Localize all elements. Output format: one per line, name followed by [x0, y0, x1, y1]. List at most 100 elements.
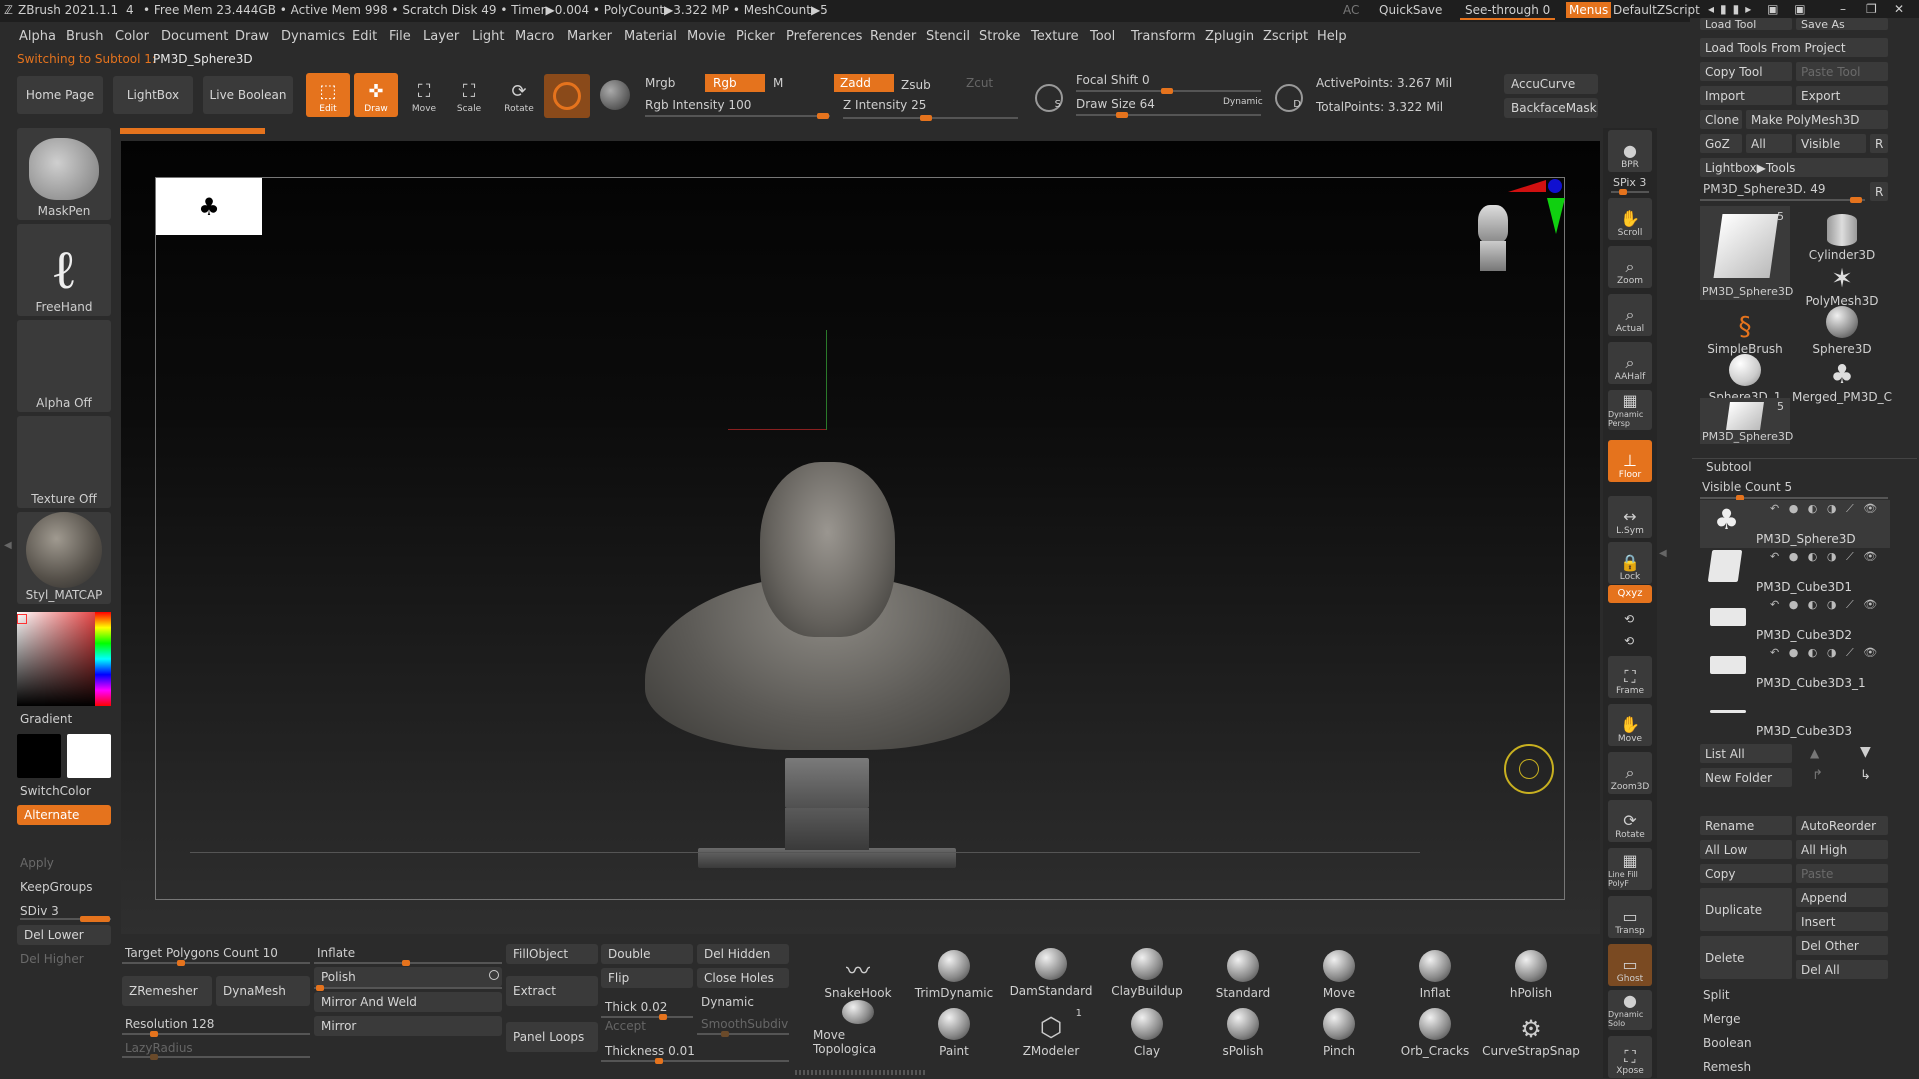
sdiv-slider[interactable] [20, 916, 111, 922]
tool-thumb-merged[interactable]: ♣ Merged_PM3D_C [1792, 348, 1892, 404]
keep-groups-button[interactable]: KeepGroups [20, 880, 92, 894]
z-intensity-knob[interactable] [920, 115, 932, 121]
thick-knob[interactable] [659, 1014, 667, 1020]
inflate-knob[interactable] [402, 960, 410, 966]
del-higher-button[interactable]: Del Higher [20, 952, 84, 966]
target-polygons-knob[interactable] [177, 960, 185, 966]
del-other-button[interactable]: Del Other [1796, 936, 1888, 955]
home-page-tab[interactable]: Home Page [17, 76, 103, 114]
persp-button[interactable]: ▦ Dynamic Persp [1608, 390, 1652, 430]
edit-mode-button[interactable]: ⬚ Edit [306, 73, 350, 117]
menu-texture[interactable]: Texture [1031, 29, 1079, 44]
m-button[interactable]: M [773, 76, 783, 90]
menu-zscript[interactable]: Zscript [1263, 29, 1308, 44]
dynamesh-button[interactable]: DynaMesh [216, 976, 310, 1006]
brush-claybuildup[interactable]: ClayBuildup [1102, 942, 1192, 998]
delete-button[interactable]: Delete [1700, 936, 1792, 979]
move-down-icon[interactable]: ▼ [1860, 744, 1871, 760]
lazy-radius-slider[interactable] [122, 1054, 310, 1060]
target-polygons-slider[interactable] [122, 960, 310, 966]
bpr-button[interactable]: ● BPR [1608, 130, 1652, 172]
default-zscript-button[interactable]: DefaultZScript [1613, 3, 1700, 17]
rotate-y-icon[interactable]: ⟲ [1624, 612, 1634, 626]
switch-color-button[interactable]: SwitchColor [20, 784, 91, 798]
lock-button[interactable]: 🔒 Lock [1608, 542, 1652, 584]
goz-visible-button[interactable]: Visible [1796, 134, 1866, 153]
clone-button[interactable]: Clone [1700, 110, 1742, 129]
backfacemask-button[interactable]: BackfaceMask [1504, 98, 1598, 118]
tool-thumb-sphere3d-1[interactable]: Sphere3D_1 [1700, 348, 1790, 404]
brush-inflat[interactable]: Inflat [1390, 944, 1480, 1000]
polyf-button[interactable]: ▦ Line Fill PolyF [1608, 848, 1652, 890]
transp-button[interactable]: ▭ Transp [1608, 896, 1652, 938]
polish-toggle-icon[interactable] [489, 970, 499, 980]
inflate-slider[interactable] [314, 960, 502, 966]
resolution-slider[interactable] [122, 1031, 310, 1037]
move-mode-button[interactable]: ⛶ Move [402, 73, 446, 117]
z-intensity-slider[interactable] [843, 115, 1018, 121]
goz-all-button[interactable]: All [1746, 134, 1792, 153]
tool-thumb-pm3d-sphere3d-2[interactable]: 5 PM3D_Sphere3D [1700, 398, 1793, 444]
rotate-z-icon[interactable]: ⟲ [1624, 634, 1634, 648]
menu-draw[interactable]: Draw [235, 29, 269, 44]
paste-tool-button[interactable]: Paste Tool [1796, 62, 1888, 81]
close-holes-button[interactable]: Close Holes [697, 968, 789, 988]
rotate-view-button[interactable]: ⟳ Rotate [1608, 800, 1652, 842]
polish-control[interactable]: Polish [314, 967, 502, 987]
goz-button[interactable]: GoZ [1700, 134, 1742, 153]
zoom-button[interactable]: ⌕ Zoom [1608, 246, 1652, 288]
menu-macro[interactable]: Macro [515, 29, 554, 44]
solo-button[interactable]: ● Dynamic Solo [1608, 990, 1652, 1030]
navigation-gizmo[interactable] [1470, 205, 1518, 300]
double-button[interactable]: Double [601, 944, 693, 964]
current-tool-r-button[interactable]: R [1870, 182, 1888, 201]
lsym-button[interactable]: ↔ L.Sym [1608, 496, 1652, 538]
dynamic-toggle[interactable]: Dynamic [1223, 97, 1263, 107]
remesh-section[interactable]: Remesh [1703, 1060, 1751, 1074]
copy-subtool-button[interactable]: Copy [1700, 864, 1792, 883]
alpha-selector[interactable]: Alpha Off [17, 320, 111, 412]
stroke-selector[interactable]: ℓ FreeHand [17, 224, 111, 316]
left-collapse-icon[interactable]: ◀ [4, 540, 12, 551]
zadd-button[interactable]: Zadd [834, 74, 894, 92]
material-selector[interactable]: Styl_MATCAP [17, 512, 111, 604]
focal-shift-slider[interactable] [1076, 88, 1261, 94]
boolean-section[interactable]: Boolean [1703, 1036, 1752, 1050]
menu-alpha[interactable]: Alpha [19, 29, 56, 44]
brush-spolish[interactable]: sPolish [1198, 1002, 1288, 1058]
menu-edit[interactable]: Edit [352, 29, 377, 44]
brush-curvestrapsnap[interactable]: ⚙ CurveStrapSnap [1482, 1002, 1580, 1058]
spix-knob[interactable] [1619, 189, 1627, 195]
ghost-button[interactable]: ▭ Ghost [1608, 944, 1652, 986]
close-icon[interactable]: ✕ [1894, 2, 1904, 16]
brush-move-topological[interactable]: Move Topologica [813, 1000, 903, 1056]
brush-paint[interactable]: Paint [909, 1002, 999, 1058]
menu-brush[interactable]: Brush [66, 29, 104, 44]
fill-object-button[interactable]: FillObject [506, 944, 598, 964]
menu-transform[interactable]: Transform [1131, 29, 1196, 44]
smooth-subdiv-slider[interactable] [697, 1031, 789, 1037]
texture-selector[interactable]: Texture Off [17, 416, 111, 508]
paste-subtool-button[interactable]: Paste [1796, 864, 1888, 883]
brush-orb-cracks[interactable]: Orb_Cracks [1390, 1002, 1480, 1058]
smooth-subdiv-knob[interactable] [721, 1031, 729, 1037]
export-button[interactable]: Export [1796, 86, 1888, 105]
del-all-button[interactable]: Del All [1796, 960, 1888, 979]
zoom3d-button[interactable]: ⌕ Zoom3D [1608, 752, 1652, 794]
zremesher-button[interactable]: ZRemesher [122, 976, 212, 1006]
brush-clay[interactable]: Clay [1102, 1002, 1192, 1058]
brush-pinch[interactable]: Pinch [1294, 1002, 1384, 1058]
menu-document[interactable]: Document [161, 29, 228, 44]
scale-mode-button[interactable]: ⛶ Scale [447, 73, 491, 117]
zsub-button[interactable]: Zsub [901, 78, 931, 92]
move-up-icon[interactable]: ▲ [1810, 746, 1819, 760]
material-swatch-button[interactable] [544, 74, 590, 118]
copy-tool-button[interactable]: Copy Tool [1700, 62, 1792, 81]
spix-slider[interactable] [1611, 189, 1649, 195]
insert-button[interactable]: Insert [1796, 912, 1888, 931]
brush-move[interactable]: Move [1294, 944, 1384, 1000]
menu-marker[interactable]: Marker [567, 29, 612, 44]
alternate-button[interactable]: Alternate [17, 805, 111, 825]
accucurve-button[interactable]: AccuCurve [1504, 74, 1598, 94]
save-as-button[interactable]: Save As [1796, 18, 1888, 30]
